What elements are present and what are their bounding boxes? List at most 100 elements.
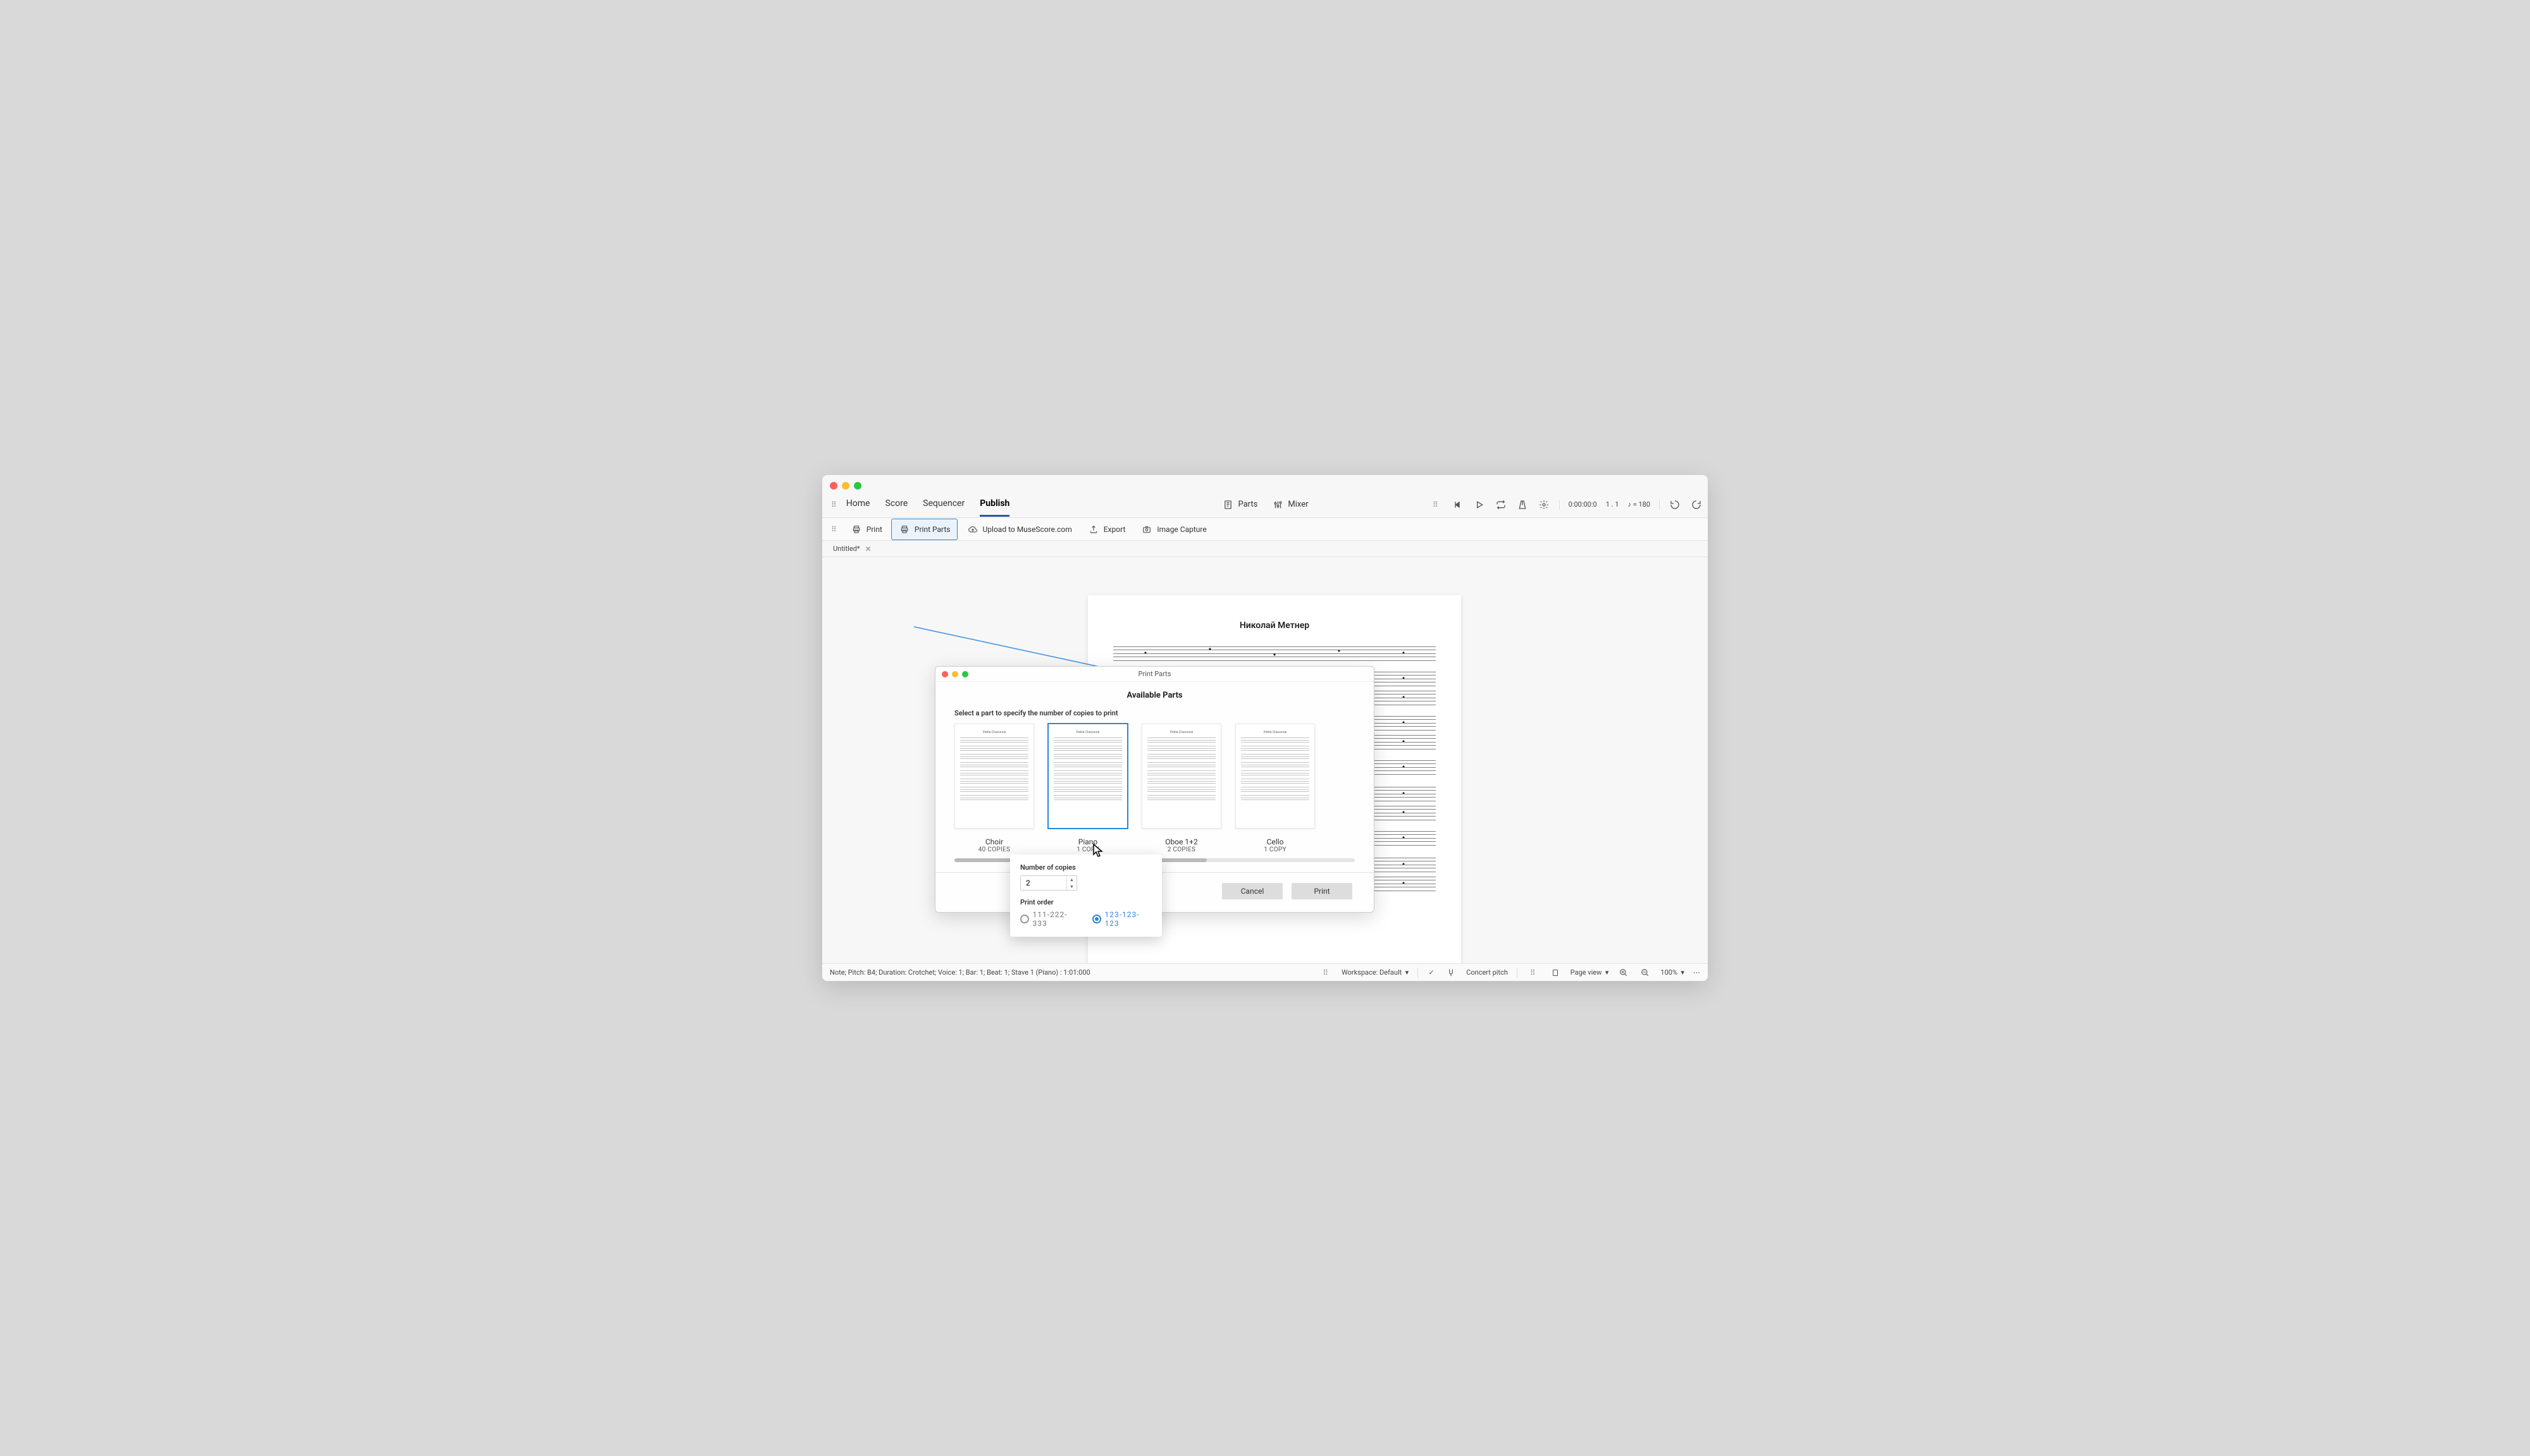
dialog-subheading: Select a part to specify the number of c…	[954, 709, 1355, 717]
grip-icon-3[interactable]: ⠿	[827, 525, 841, 534]
titlebar	[822, 480, 1708, 491]
grip-icon[interactable]: ⠿	[827, 500, 841, 509]
tab-score[interactable]: Score	[885, 492, 908, 517]
copies-label: Number of copies	[1020, 863, 1152, 872]
close-tab-icon[interactable]: ✕	[865, 545, 872, 553]
print-parts-icon	[898, 523, 911, 536]
order-opt2-label: 123-123-123	[1105, 910, 1152, 928]
score-composer: Николай Метнер	[1113, 620, 1436, 631]
zoom-level[interactable]: 100% ▾	[1660, 968, 1684, 977]
more-icon[interactable]: ⋯	[1693, 968, 1700, 977]
minimize-window-button[interactable]	[842, 482, 849, 490]
check-icon[interactable]: ✓	[1427, 968, 1436, 977]
tab-publish[interactable]: Publish	[980, 492, 1009, 517]
part-copies: 1 COPY	[1235, 846, 1315, 853]
dialog-close-button[interactable]	[942, 671, 948, 677]
camera-icon	[1140, 523, 1153, 536]
print-button[interactable]: Print	[844, 519, 889, 540]
settings-icon[interactable]	[1538, 498, 1550, 511]
part-copies: 1 COPY	[1048, 846, 1128, 853]
cancel-button[interactable]: Cancel	[1222, 883, 1283, 899]
concert-pitch-label[interactable]: Concert pitch	[1466, 968, 1508, 977]
print-parts-button[interactable]: Print Parts	[891, 519, 958, 540]
upload-button[interactable]: Upload to MuseScore.com	[960, 519, 1078, 540]
upload-label: Upload to MuseScore.com	[983, 525, 1072, 534]
mixer-icon	[1271, 498, 1284, 511]
app-window: ⠿ Home Score Sequencer Publish Parts Mix…	[822, 475, 1708, 981]
separator	[1417, 968, 1418, 978]
print-order-label: Print order	[1020, 898, 1152, 906]
dialog-maximize-button[interactable]	[962, 671, 968, 677]
publish-toolbar: ⠿ Print Print Parts Upload to MuseScore.…	[822, 518, 1708, 541]
canvas: Николай Метнер лись, цвет по - блек - ну…	[822, 557, 1708, 963]
parts-icon	[1221, 498, 1234, 511]
parts-list: Petite Chaconne Choir 40 COPIES Petite C…	[954, 724, 1355, 853]
center-toolbar: Parts Mixer	[1218, 496, 1312, 514]
close-window-button[interactable]	[830, 482, 837, 490]
dialog-heading: Available Parts	[954, 691, 1355, 700]
workspace-selector[interactable]: Workspace: Default ▾	[1342, 968, 1409, 977]
radio-icon	[1020, 915, 1029, 923]
step-down-icon[interactable]: ▼	[1067, 883, 1077, 890]
part-thumb: Petite Chaconne	[954, 724, 1034, 829]
export-label: Export	[1104, 525, 1126, 534]
dialog-title: Print Parts	[1138, 670, 1171, 678]
image-capture-button[interactable]: Image Capture	[1134, 519, 1213, 540]
status-info: Note; Pitch: B4; Duration: Crotchet; Voi…	[830, 968, 1090, 977]
order-option-collated[interactable]: 123-123-123	[1092, 910, 1152, 928]
right-toolbar: ⠿ 0:00:00:0 1 . 1 ♪ = 180	[1429, 498, 1703, 511]
print-dialog-button[interactable]: Print	[1292, 883, 1352, 899]
cloud-upload-icon	[966, 523, 979, 536]
copies-input[interactable]	[1021, 879, 1066, 887]
part-copies: 2 COPIES	[1142, 846, 1221, 853]
document-tab[interactable]: Untitled* ✕	[827, 543, 877, 555]
image-capture-label: Image Capture	[1157, 525, 1206, 534]
copies-popover: Number of copies ▲▼ Print order 111-222-…	[1010, 854, 1162, 937]
export-icon	[1087, 523, 1100, 536]
grip-icon-5[interactable]: ⠿	[1526, 968, 1540, 977]
document-tabs: Untitled* ✕	[822, 541, 1708, 557]
tempo-display: ♪ = 180	[1627, 500, 1650, 509]
export-button[interactable]: Export	[1081, 519, 1132, 540]
part-name: Oboe 1+2	[1142, 837, 1221, 846]
part-copies: 40 COPIES	[954, 846, 1034, 853]
play-icon[interactable]	[1473, 498, 1486, 511]
dialog-titlebar: Print Parts	[935, 667, 1374, 682]
tab-sequencer[interactable]: Sequencer	[923, 492, 965, 517]
radio-icon	[1092, 915, 1101, 923]
undo-icon[interactable]	[1669, 498, 1681, 511]
part-choir[interactable]: Petite Chaconne Choir 40 COPIES	[954, 724, 1034, 853]
rewind-icon[interactable]	[1452, 498, 1464, 511]
status-bar: Note; Pitch: B4; Duration: Crotchet; Voi…	[822, 963, 1708, 981]
loop-icon[interactable]	[1495, 498, 1507, 511]
grip-icon-4[interactable]: ⠿	[1319, 968, 1333, 977]
grip-icon-2[interactable]: ⠿	[1429, 500, 1443, 509]
redo-icon[interactable]	[1690, 498, 1703, 511]
part-oboe[interactable]: Petite Chaconne Oboe 1+2 2 COPIES	[1142, 724, 1221, 853]
metronome-icon[interactable]	[1516, 498, 1529, 511]
separator	[1559, 500, 1560, 510]
part-name: Cello	[1235, 837, 1315, 846]
copies-stepper[interactable]: ▲▼	[1020, 875, 1077, 891]
nav-tabs: Home Score Sequencer Publish	[846, 492, 1010, 517]
tuning-fork-icon[interactable]	[1445, 966, 1457, 979]
part-piano[interactable]: Petite Chaconne Piano 1 COPY	[1048, 724, 1128, 853]
part-thumb: Petite Chaconne	[1048, 724, 1128, 829]
order-option-grouped[interactable]: 111-222-333	[1020, 910, 1080, 928]
maximize-window-button[interactable]	[854, 482, 861, 490]
part-cello[interactable]: Petite Chaconne Cello 1 COPY	[1235, 724, 1315, 853]
page-view-selector[interactable]: Page view ▾	[1570, 968, 1609, 977]
page-icon	[1549, 966, 1562, 979]
zoom-in-icon[interactable]	[1617, 966, 1630, 979]
mixer-button[interactable]: Mixer	[1268, 496, 1312, 514]
order-opt1-label: 111-222-333	[1033, 910, 1080, 928]
tab-home[interactable]: Home	[846, 492, 870, 517]
time-display: 0:00:00:0	[1569, 500, 1597, 509]
parts-button[interactable]: Parts	[1218, 496, 1261, 514]
separator	[1659, 500, 1660, 510]
step-up-icon[interactable]: ▲	[1067, 876, 1077, 883]
dialog-minimize-button[interactable]	[952, 671, 958, 677]
part-thumb: Petite Chaconne	[1235, 724, 1315, 829]
zoom-out-icon[interactable]	[1639, 966, 1651, 979]
part-name: Choir	[954, 837, 1034, 846]
